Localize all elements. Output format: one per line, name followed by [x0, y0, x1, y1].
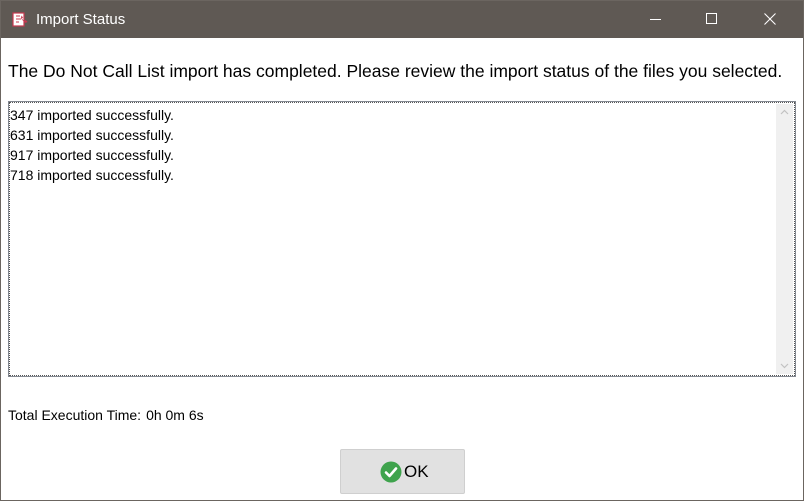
import-status-list[interactable]: 347 imported successfully. 631 imported …: [8, 101, 796, 377]
scroll-down-icon[interactable]: [776, 357, 793, 374]
ok-button[interactable]: OK: [340, 449, 465, 494]
completion-message: The Do Not Call List import has complete…: [8, 61, 783, 81]
maximize-icon: [706, 13, 717, 24]
vertical-scrollbar[interactable]: [776, 104, 793, 374]
execution-time: Total Execution Time: 0h 0m 6s: [8, 406, 204, 424]
list-item: 347 imported successfully.: [10, 107, 174, 123]
phone-list-icon: [12, 11, 29, 28]
list-item: 917 imported successfully.: [10, 147, 174, 163]
scroll-up-icon[interactable]: [776, 104, 793, 121]
close-button[interactable]: [748, 1, 794, 38]
maximize-button[interactable]: [690, 1, 736, 38]
list-item: 631 imported successfully.: [10, 127, 174, 143]
minimize-button[interactable]: [634, 1, 680, 38]
execution-time-value: 0h 0m 6s: [146, 407, 204, 423]
check-circle-icon: [380, 461, 402, 483]
ok-button-label: OK: [404, 462, 429, 481]
minimize-icon: [650, 19, 661, 20]
close-icon: [764, 13, 776, 25]
status-lines: 347 imported successfully. 631 imported …: [10, 105, 174, 185]
list-item: 718 imported successfully.: [10, 167, 174, 183]
title-bar[interactable]: Import Status: [1, 1, 803, 38]
window-title: Import Status: [36, 11, 126, 28]
execution-time-label: Total Execution Time:: [8, 407, 142, 423]
import-status-window: Import Status The Do Not Call List impor…: [0, 0, 804, 501]
